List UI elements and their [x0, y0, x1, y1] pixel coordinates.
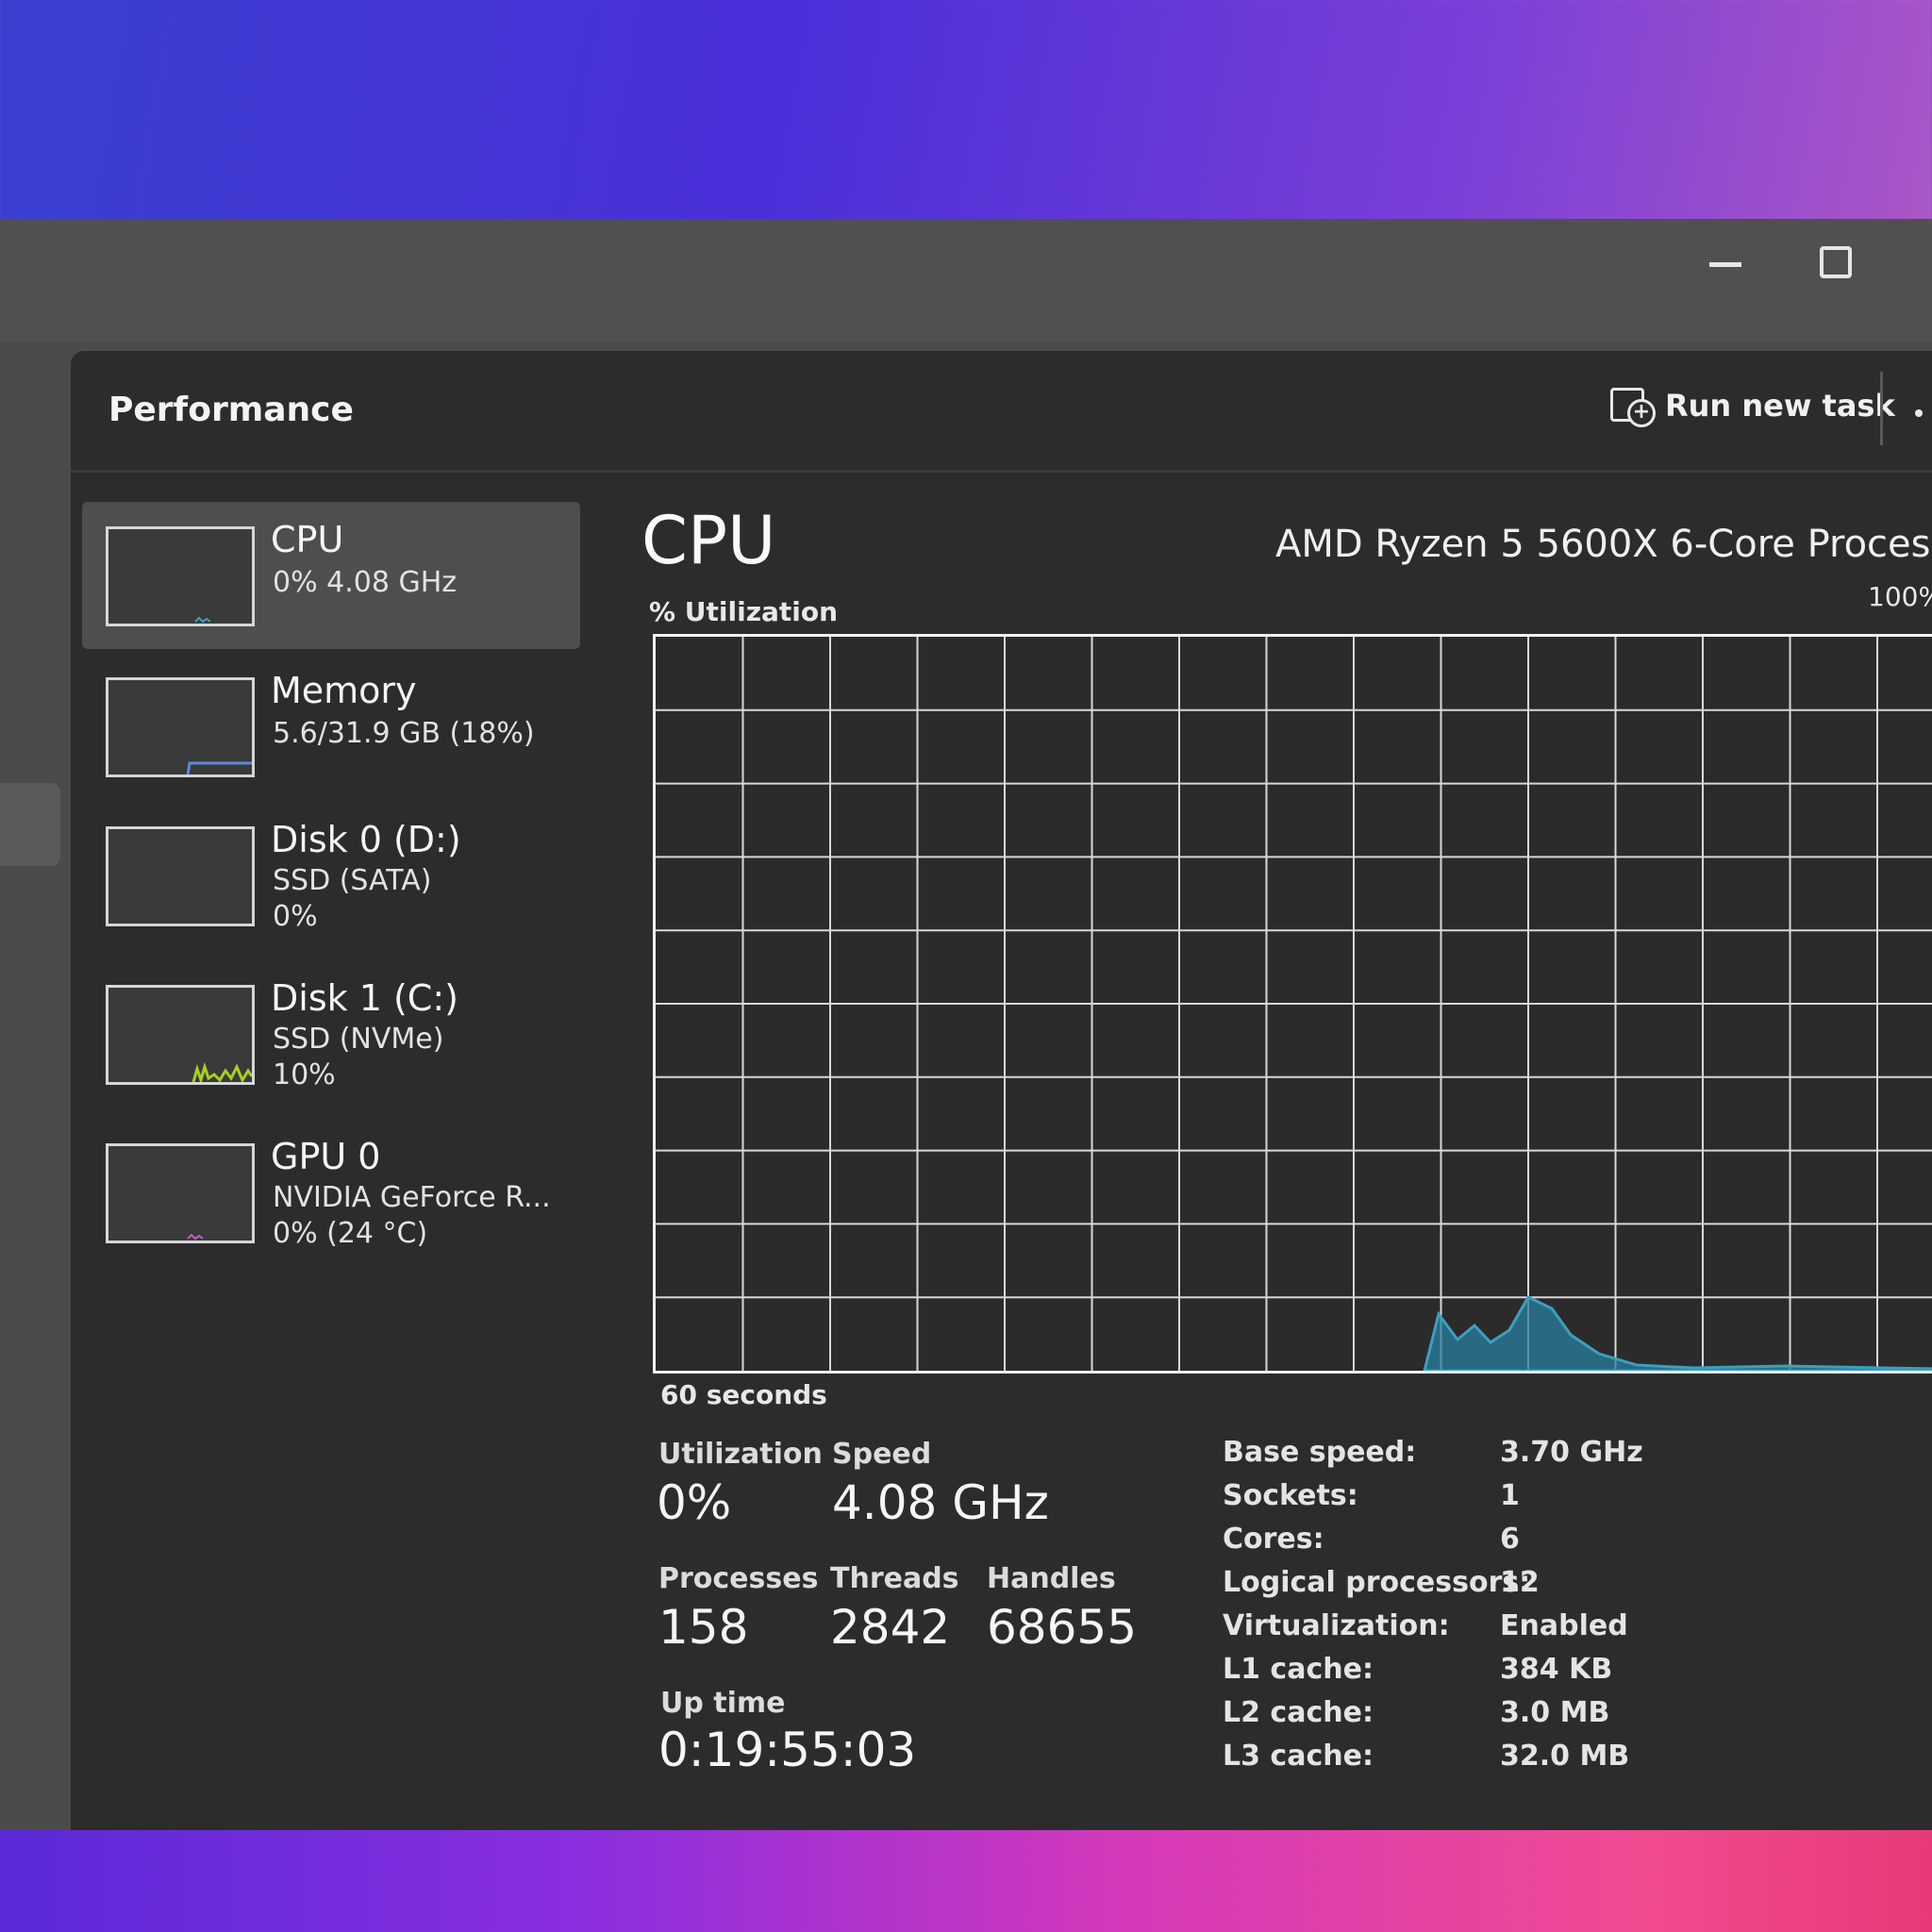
more-options-icon[interactable]	[1915, 409, 1923, 417]
spec-label-l2-cache: L2 cache:	[1223, 1696, 1374, 1729]
time-span-label: 60 seconds	[660, 1379, 827, 1410]
nav-item-performance[interactable]	[0, 783, 60, 866]
sidebar-item-usage: 10%	[273, 1058, 336, 1091]
utilization-value: 0%	[657, 1475, 732, 1530]
gpu-0-thumbnail-graph	[106, 1143, 255, 1243]
task-manager-window: Performance Run new task CPU 0% 4.08 GHz	[0, 219, 1932, 1830]
desktop-wallpaper	[0, 1825, 1932, 1932]
speed-value: 4.08 GHz	[832, 1475, 1049, 1530]
spec-label-sockets: Sockets:	[1223, 1479, 1358, 1512]
run-new-task-label: Run new task	[1665, 388, 1895, 424]
sidebar-item-label: CPU	[271, 519, 344, 560]
cpu-heading: CPU	[641, 502, 776, 579]
cpu-thumbnail-graph	[106, 526, 255, 626]
sidebar-item-label: Disk 0 (D:)	[271, 819, 461, 860]
maximize-button[interactable]	[1797, 224, 1873, 299]
uptime-label: Up time	[660, 1687, 786, 1720]
uptime-value: 0:19:55:03	[658, 1723, 917, 1777]
disk-1-thumbnail-graph	[106, 985, 255, 1085]
spec-label-l3-cache: L3 cache:	[1223, 1740, 1374, 1773]
sidebar-item-detail: SSD (SATA)	[273, 864, 432, 897]
cpu-usage-area	[1423, 1295, 1932, 1371]
spec-value-l1-cache: 384 KB	[1500, 1653, 1613, 1686]
performance-panel: Performance Run new task CPU 0% 4.08 GHz	[71, 351, 1932, 1830]
handles-label: Handles	[987, 1562, 1116, 1595]
spec-label-virtualization: Virtualization:	[1223, 1609, 1450, 1642]
sidebar-item-detail: 5.6/31.9 GB (18%)	[273, 717, 535, 750]
sidebar-item-detail: 0% 4.08 GHz	[273, 566, 458, 599]
sidebar-item-memory[interactable]: Memory 5.6/31.9 GB (18%)	[82, 653, 580, 800]
spec-value-logical-processors: 12	[1500, 1566, 1540, 1599]
spec-value-sockets: 1	[1500, 1479, 1520, 1512]
minimize-button[interactable]	[1689, 238, 1764, 285]
sidebar-item-disk-1[interactable]: Disk 1 (C:) SSD (NVMe) 10%	[82, 960, 580, 1108]
threads-value: 2842	[830, 1600, 951, 1655]
spec-label-base-speed: Base speed:	[1223, 1436, 1417, 1469]
sidebar-item-detail: SSD (NVMe)	[273, 1023, 444, 1056]
spec-value-l2-cache: 3.0 MB	[1500, 1696, 1610, 1729]
spec-label-l1-cache: L1 cache:	[1223, 1653, 1374, 1686]
spec-value-cores: 6	[1500, 1523, 1520, 1556]
processes-value: 158	[658, 1600, 749, 1655]
header-divider	[1880, 372, 1883, 445]
sidebar-item-label: Disk 1 (C:)	[271, 977, 458, 1019]
cpu-model-name: AMD Ryzen 5 5600X 6-Core Processor	[1275, 523, 1932, 566]
sidebar-item-detail: NVIDIA GeForce R...	[273, 1181, 551, 1214]
sidebar-item-cpu[interactable]: CPU 0% 4.08 GHz	[82, 502, 580, 649]
spec-label-logical-processors: Logical processors:	[1223, 1566, 1531, 1599]
max-percent-label: 100%	[1868, 581, 1932, 612]
page-title: Performance	[108, 391, 354, 429]
utilization-label: Utilization	[658, 1438, 823, 1471]
sidebar-item-usage: 0%	[273, 900, 318, 933]
sidebar-item-disk-0[interactable]: Disk 0 (D:) SSD (SATA) 0%	[82, 802, 580, 949]
spec-value-l3-cache: 32.0 MB	[1500, 1740, 1630, 1773]
sidebar-item-usage: 0% (24 °C)	[273, 1217, 428, 1250]
handles-value: 68655	[987, 1600, 1138, 1655]
run-new-task-button[interactable]: Run new task	[1608, 377, 1895, 434]
spec-value-base-speed: 3.70 GHz	[1500, 1436, 1643, 1469]
panel-header: Performance Run new task	[71, 351, 1932, 473]
spec-value-virtualization: Enabled	[1500, 1609, 1628, 1642]
run-task-icon	[1608, 386, 1656, 427]
sidebar-item-label: GPU 0	[271, 1136, 381, 1177]
spec-label-cores: Cores:	[1223, 1523, 1324, 1556]
graph-grid	[656, 637, 1932, 1371]
sidebar-item-gpu-0[interactable]: GPU 0 NVIDIA GeForce R... 0% (24 °C)	[82, 1119, 580, 1266]
cpu-utilization-graph	[653, 634, 1932, 1374]
sidebar-item-label: Memory	[271, 670, 417, 711]
memory-thumbnail-graph	[106, 677, 255, 777]
processes-label: Processes	[658, 1562, 819, 1595]
utilization-axis-label: % Utilization	[649, 596, 839, 627]
speed-label: Speed	[832, 1438, 932, 1471]
title-bar	[0, 219, 1932, 341]
disk-0-thumbnail-graph	[106, 826, 255, 926]
threads-label: Threads	[830, 1562, 959, 1595]
